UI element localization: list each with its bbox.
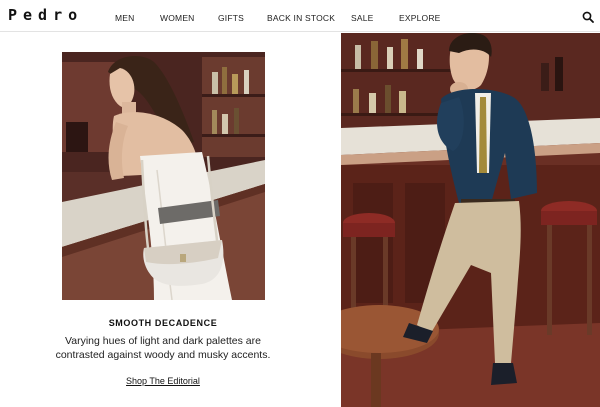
nav-item-men[interactable]: MEN: [115, 13, 135, 23]
shop-the-editorial-link[interactable]: Shop The Editorial: [126, 376, 200, 386]
search-icon[interactable]: [582, 11, 594, 23]
nav-item-sale[interactable]: SALE: [351, 13, 374, 23]
editorial-photo-man[interactable]: [341, 33, 600, 407]
man-bar-illustration: [341, 33, 600, 407]
brand-logo[interactable]: Pedro: [8, 6, 83, 24]
editorial-title: SMOOTH DECADENCE: [108, 318, 218, 328]
nav-item-gifts[interactable]: GIFTS: [218, 13, 244, 23]
editorial-caption: SMOOTH DECADENCE Varying hues of light a…: [0, 318, 326, 389]
editorial-description: Varying hues of light and dark palettes …: [55, 335, 271, 361]
woman-bar-illustration: [62, 52, 265, 300]
nav-item-explore[interactable]: EXPLORE: [399, 13, 441, 23]
nav-item-back-in-stock[interactable]: BACK IN STOCK: [267, 13, 335, 23]
site-header: Pedro MEN WOMEN GIFTS BACK IN STOCK SALE…: [0, 0, 600, 32]
nav-item-women[interactable]: WOMEN: [160, 13, 195, 23]
editorial-photo-woman[interactable]: [62, 52, 265, 300]
